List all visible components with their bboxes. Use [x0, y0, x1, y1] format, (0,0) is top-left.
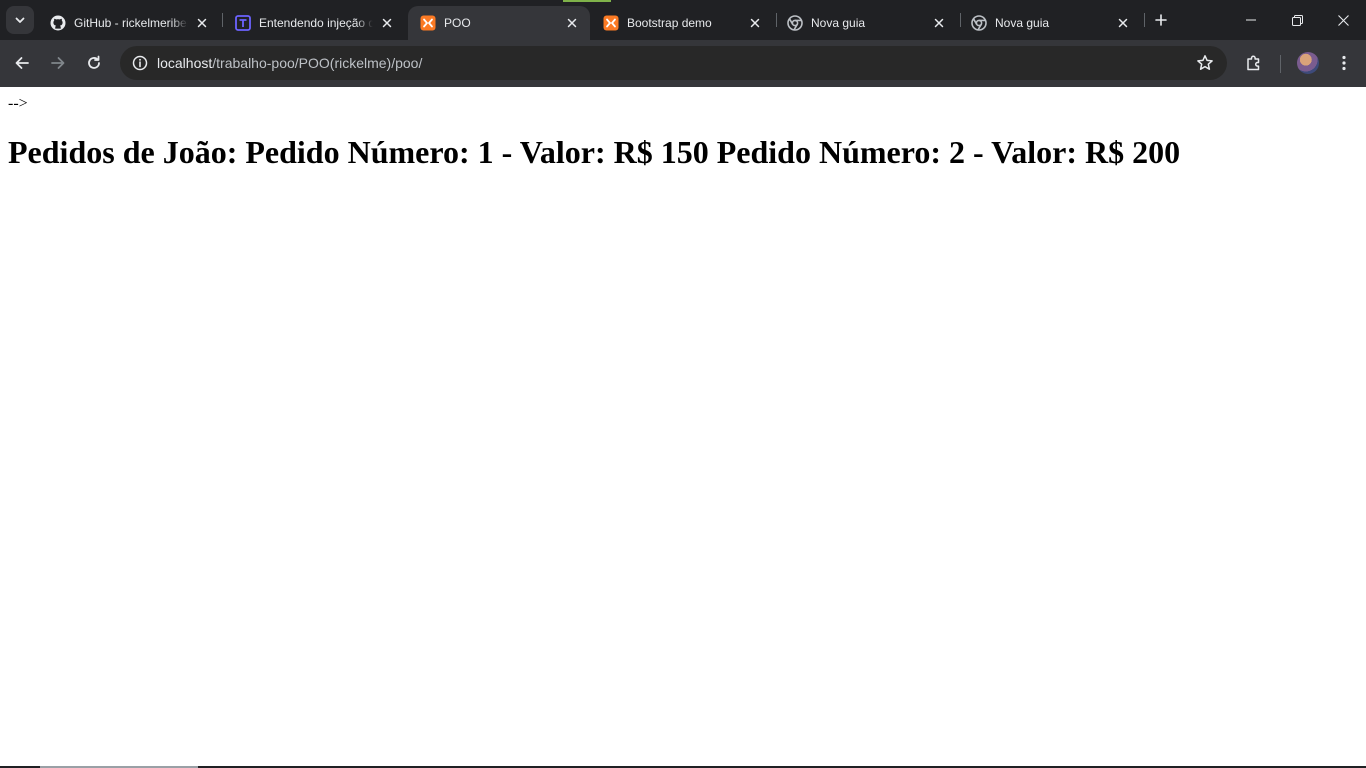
extensions-button[interactable] [1239, 48, 1269, 78]
toolbar-separator [1280, 55, 1281, 73]
url-host: localhost [157, 55, 213, 71]
new-tab-button[interactable] [1150, 9, 1172, 31]
chevron-down-icon [15, 17, 25, 23]
bookmark-star-icon[interactable] [1195, 53, 1215, 73]
chrome-icon [787, 15, 803, 31]
devmedia-icon [235, 15, 251, 31]
kebab-menu-icon [1342, 55, 1346, 71]
page-content: --> Pedidos de João: Pedido Número: 1 - … [0, 87, 1366, 768]
menu-button[interactable] [1329, 48, 1359, 78]
reload-button[interactable] [79, 48, 109, 78]
profile-avatar[interactable] [1297, 52, 1319, 74]
minimize-button[interactable] [1228, 0, 1274, 40]
chrome-icon [971, 15, 987, 31]
tab-nova-guia-1[interactable]: Nova guia [775, 6, 957, 40]
arrow-right-icon [51, 57, 65, 69]
close-tab-icon[interactable] [747, 15, 763, 31]
tab-search-button[interactable] [6, 6, 34, 34]
tab-strip: GitHub - rickelmeribeiro Entendendo inje… [0, 0, 1366, 40]
close-tab-icon[interactable] [931, 15, 947, 31]
page-heading: Pedidos de João: Pedido Número: 1 - Valo… [8, 134, 1181, 170]
tab-title: POO [444, 16, 471, 30]
reload-icon [88, 55, 100, 69]
close-tab-icon[interactable] [194, 15, 210, 31]
tab-title: Entendendo injeção de dependência [259, 16, 373, 30]
close-tab-icon[interactable] [564, 15, 580, 31]
tab-bootstrap-demo[interactable]: Bootstrap demo [591, 6, 773, 40]
tab-devmedia[interactable]: Entendendo injeção de dependência [223, 6, 405, 40]
tab-separator [1144, 13, 1145, 27]
plus-icon [1155, 14, 1167, 26]
restore-icon [1291, 14, 1303, 26]
site-info-icon[interactable] [128, 51, 152, 75]
active-tab-indicator [563, 0, 611, 2]
url-text: localhost/trabalho-poo/POO(rickelme)/poo… [157, 46, 422, 80]
xampp-icon [420, 15, 436, 31]
close-icon [1337, 14, 1349, 26]
close-tab-icon[interactable] [1115, 15, 1131, 31]
browser-toolbar: localhost/trabalho-poo/POO(rickelme)/poo… [0, 40, 1366, 87]
tab-title: Bootstrap demo [627, 16, 712, 30]
close-tab-icon[interactable] [379, 15, 395, 31]
tab-nova-guia-2[interactable]: Nova guia [959, 6, 1141, 40]
address-bar[interactable]: localhost/trabalho-poo/POO(rickelme)/poo… [120, 46, 1227, 80]
url-path: /trabalho-poo/POO(rickelme)/poo/ [212, 55, 423, 71]
github-icon [50, 15, 66, 31]
tab-github[interactable]: GitHub - rickelmeribeiro [38, 6, 220, 40]
arrow-left-icon [15, 57, 29, 69]
xampp-icon [603, 15, 619, 31]
tab-title: Nova guia [995, 16, 1050, 30]
restore-button[interactable] [1274, 0, 1320, 40]
tab-poo[interactable]: POO [408, 6, 590, 40]
puzzle-icon [1247, 55, 1260, 71]
forward-button[interactable] [43, 48, 73, 78]
close-window-button[interactable] [1320, 0, 1366, 40]
back-button[interactable] [7, 48, 37, 78]
tab-title: GitHub - rickelmeribeiro [74, 16, 188, 30]
tab-title: Nova guia [811, 16, 866, 30]
comment-residue-text: --> [8, 95, 28, 112]
minimize-icon [1246, 19, 1256, 21]
